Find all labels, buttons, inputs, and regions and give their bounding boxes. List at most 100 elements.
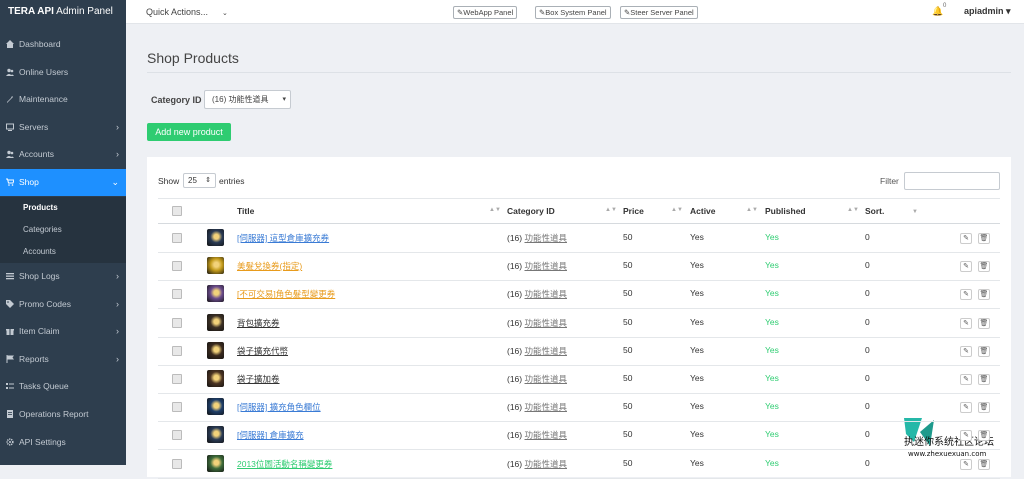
trash-icon[interactable]: 🗑: [978, 458, 990, 470]
edit-icon[interactable]: ✎: [960, 233, 972, 244]
product-thumbnail: [207, 398, 224, 416]
category-cell: (16) 功能性道具: [507, 430, 567, 441]
brand-logo[interactable]: TERA API Admin Panel: [0, 0, 126, 24]
category-link[interactable]: 功能性道具: [524, 430, 567, 440]
sort-icon[interactable]: ▲▼: [847, 207, 859, 213]
sidebar-item-accounts[interactable]: Accounts ›: [0, 141, 126, 168]
row-checkbox[interactable]: [172, 402, 182, 413]
product-title-link[interactable]: 袋子擴加卷: [237, 373, 280, 385]
edit-icon[interactable]: ✎: [960, 374, 972, 385]
dashboard-icon: [6, 32, 14, 48]
product-title-link[interactable]: 背包擴充券: [237, 317, 280, 329]
category-link[interactable]: 功能性道具: [524, 261, 567, 271]
filter-input[interactable]: [904, 172, 1000, 190]
sort-desc-icon[interactable]: ▼: [912, 209, 918, 215]
edit-icon[interactable]: ✎: [960, 289, 972, 301]
select-all-checkbox[interactable]: [172, 206, 182, 216]
sidebar-subitem-accounts[interactable]: Accounts: [0, 241, 126, 263]
sidebar-item-promo-codes[interactable]: Promo Codes ›: [0, 291, 126, 318]
bell-icon[interactable]: 🔔: [932, 6, 943, 17]
divider: [147, 72, 1011, 73]
product-title-link[interactable]: 袋子擴充代幣: [237, 345, 288, 357]
column-title[interactable]: Title: [237, 206, 254, 216]
sort-icon[interactable]: ▲▼: [605, 207, 617, 213]
sidebar-item-servers[interactable]: Servers ›: [0, 114, 126, 141]
row-checkbox[interactable]: [172, 261, 182, 272]
row-checkbox[interactable]: [172, 345, 182, 356]
column-published[interactable]: Published: [765, 206, 806, 216]
trash-icon[interactable]: 🗑: [978, 317, 990, 329]
edit-icon[interactable]: ✎: [960, 345, 972, 357]
trash-icon[interactable]: 🗑: [978, 430, 990, 442]
quick-actions-dropdown[interactable]: Quick Actions... ⌄: [146, 7, 228, 17]
add-product-button[interactable]: Add new product: [147, 123, 231, 141]
table-border: [158, 198, 1000, 199]
category-link[interactable]: 功能性道具: [524, 233, 567, 243]
category-link[interactable]: 功能性道具: [524, 346, 567, 356]
sidebar-subitem-products[interactable]: Products: [0, 197, 126, 219]
sidebar-item-shop[interactable]: Shop ⌄: [0, 169, 126, 196]
category-link[interactable]: 功能性道具: [524, 374, 567, 384]
sidebar-item-operations-report[interactable]: Operations Report: [0, 401, 126, 428]
trash-icon[interactable]: 🗑: [978, 261, 990, 273]
sidebar-item-label: Dashboard: [19, 39, 61, 49]
published-cell: Yes: [765, 260, 779, 271]
trash-icon[interactable]: 🗑: [978, 402, 990, 414]
edit-icon[interactable]: ✎: [960, 402, 972, 414]
sidebar-item-api-settings[interactable]: API Settings: [0, 429, 126, 456]
webapp-panel-button[interactable]: ✎WebApp Panel: [453, 6, 518, 19]
user-menu[interactable]: apiadmin ▾: [964, 6, 1011, 17]
sidebar-item-item-claim[interactable]: Item Claim ›: [0, 318, 126, 345]
sidebar-item-reports[interactable]: Reports ›: [0, 346, 126, 373]
category-select[interactable]: (16) 功能性道具 ▾: [204, 90, 291, 109]
sort-icon[interactable]: ▲▼: [671, 207, 683, 213]
column-price[interactable]: Price: [623, 206, 644, 216]
product-title-link[interactable]: [伺服器] 這型倉庫擴充券: [237, 232, 329, 244]
product-title-link[interactable]: 美髮兌換券(指定): [237, 260, 302, 272]
published-cell: Yes: [765, 401, 779, 412]
column-sort[interactable]: Sort.: [865, 206, 884, 216]
category-link[interactable]: 功能性道具: [524, 289, 567, 299]
edit-icon[interactable]: ✎: [960, 458, 972, 470]
row-checkbox[interactable]: [172, 289, 182, 300]
product-title-link[interactable]: 2013位圖活動名稱變更券: [237, 458, 332, 470]
trash-icon[interactable]: 🗑: [978, 374, 990, 385]
sort-cell: 0: [865, 288, 870, 299]
entries-select[interactable]: 25 ⇕: [183, 173, 216, 188]
row-checkbox[interactable]: [172, 317, 182, 328]
table-row-divider: [158, 280, 1000, 282]
sidebar-item-online-users[interactable]: Online Users: [0, 59, 126, 86]
row-checkbox[interactable]: [172, 458, 182, 469]
product-title-link[interactable]: [伺服器] 倉庫擴充: [237, 429, 304, 441]
category-link[interactable]: 功能性道具: [524, 402, 567, 412]
row-checkbox[interactable]: [172, 430, 182, 441]
column-category[interactable]: Category ID: [507, 206, 555, 216]
product-title-link[interactable]: [不可交易]角色髮型變更券: [237, 288, 335, 300]
row-checkbox[interactable]: [172, 233, 182, 243]
edit-icon[interactable]: ✎: [960, 317, 972, 329]
category-cell: (16) 功能性道具: [507, 458, 567, 469]
edit-icon[interactable]: ✎: [960, 261, 972, 273]
product-title-link[interactable]: [伺服器] 擴充角色欄位: [237, 401, 321, 413]
steer-server-panel-button[interactable]: ✎Steer Server Panel: [620, 6, 698, 19]
column-active[interactable]: Active: [690, 206, 716, 216]
sidebar-item-tasks-queue[interactable]: Tasks Queue: [0, 373, 126, 400]
box-system-panel-button[interactable]: ✎Box System Panel: [535, 6, 611, 19]
category-cell: (16) 功能性道具: [507, 233, 567, 243]
active-cell: Yes: [690, 260, 704, 271]
sidebar-item-dashboard[interactable]: Dashboard: [0, 31, 126, 58]
sidebar-item-shop-logs[interactable]: Shop Logs ›: [0, 263, 126, 290]
table-row-divider: [158, 308, 1000, 310]
sort-icon[interactable]: ▲▼: [489, 207, 501, 213]
edit-icon[interactable]: ✎: [960, 430, 972, 442]
trash-icon[interactable]: 🗑: [978, 233, 990, 244]
sidebar-item-maintenance[interactable]: Maintenance: [0, 86, 126, 113]
sort-icon[interactable]: ▲▼: [746, 207, 758, 213]
category-link[interactable]: 功能性道具: [524, 318, 567, 328]
row-checkbox[interactable]: [172, 374, 182, 384]
trash-icon[interactable]: 🗑: [978, 345, 990, 357]
product-thumbnail: [207, 257, 224, 275]
sidebar-subitem-categories[interactable]: Categories: [0, 219, 126, 241]
trash-icon[interactable]: 🗑: [978, 289, 990, 301]
category-link[interactable]: 功能性道具: [524, 459, 567, 469]
